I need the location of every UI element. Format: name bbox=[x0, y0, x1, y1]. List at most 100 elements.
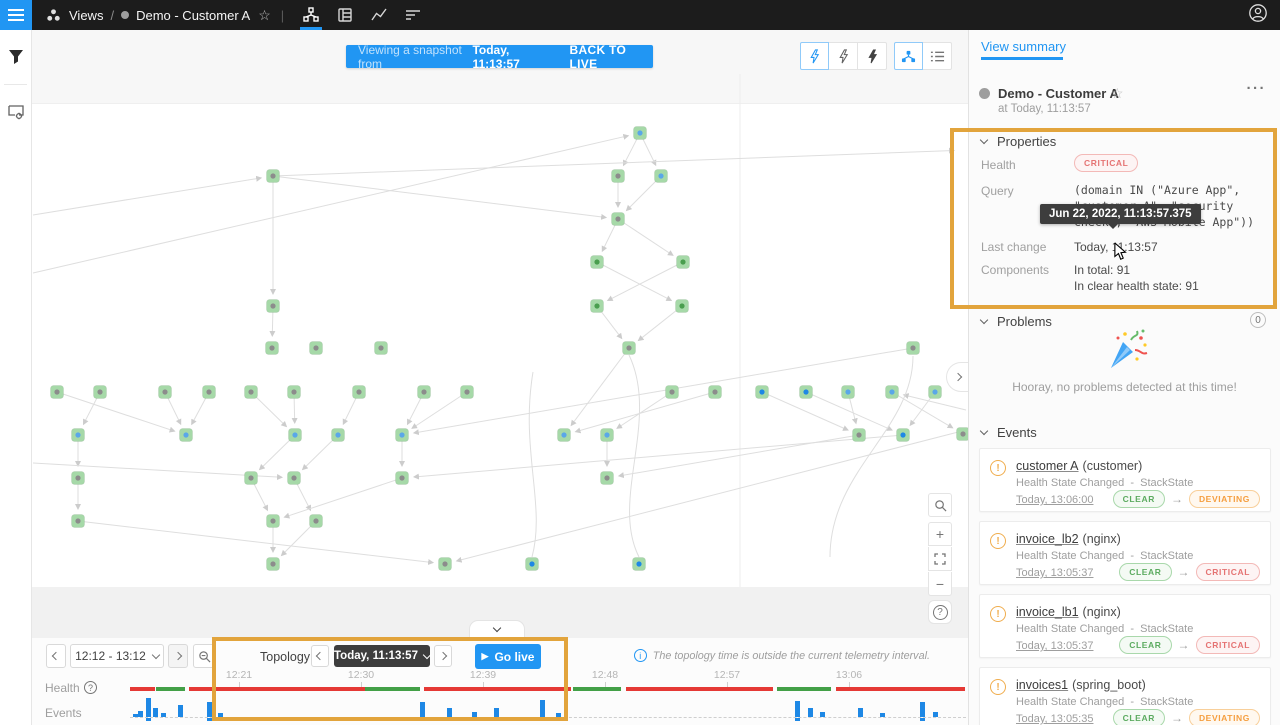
account-avatar-icon[interactable] bbox=[1248, 3, 1268, 28]
topology-node-icon bbox=[75, 518, 80, 523]
event-card[interactable]: ! invoices1(spring_boot) Health State Ch… bbox=[979, 667, 1271, 725]
health-badge: CRITICAL bbox=[1074, 154, 1138, 172]
topology-node-icon bbox=[335, 432, 340, 437]
breadcrumb-views[interactable]: Views bbox=[69, 8, 103, 23]
event-histogram-bar bbox=[207, 702, 212, 717]
time-tick-label: 12:48 bbox=[592, 669, 618, 681]
time-tick-label: 12:21 bbox=[226, 669, 252, 681]
events-solid-filter-button[interactable] bbox=[858, 42, 887, 70]
event-state-transition: CLEAR→CRITICAL bbox=[1119, 563, 1260, 581]
nav-topology-view-icon[interactable] bbox=[297, 0, 325, 30]
expand-panel-flap[interactable] bbox=[946, 362, 968, 392]
timeline-panel: 12:12 - 13:12 Topology Today, 11:13:57 ▶… bbox=[32, 638, 968, 725]
topology-node-icon bbox=[206, 389, 211, 394]
topology-node-icon bbox=[75, 432, 80, 437]
list-mode-button[interactable] bbox=[923, 42, 952, 70]
events-outline-filter-button[interactable] bbox=[829, 42, 858, 70]
telemetry-range-select[interactable]: 12:12 - 13:12 bbox=[70, 644, 164, 668]
event-timestamp-link[interactable]: Today, 13:05:35 bbox=[1016, 713, 1093, 725]
events-row-label: Events bbox=[45, 706, 82, 720]
topology-node-icon bbox=[856, 432, 861, 437]
view-state-dot bbox=[979, 88, 990, 99]
health-row-label: Health bbox=[45, 681, 80, 695]
breadcrumb-separator: / bbox=[110, 8, 114, 23]
event-component-type: (spring_boot) bbox=[1072, 678, 1146, 692]
back-to-live-button[interactable]: BACK TO LIVE bbox=[570, 43, 641, 71]
timeline-collapse-tab[interactable] bbox=[469, 620, 525, 638]
event-timestamp-link[interactable]: Today, 13:06:00 bbox=[1016, 494, 1093, 506]
topology-node-icon bbox=[960, 431, 965, 436]
problems-filter-button[interactable] bbox=[800, 42, 829, 70]
topology-canvas[interactable] bbox=[32, 30, 968, 587]
event-histogram-bar bbox=[540, 700, 545, 717]
topology-node-icon bbox=[932, 389, 937, 394]
event-component-link[interactable]: invoice_lb2 bbox=[1016, 532, 1079, 546]
event-component-link[interactable]: invoices1 bbox=[1016, 678, 1068, 692]
health-bar-segment bbox=[365, 687, 420, 691]
topology-time-label: Topology bbox=[260, 650, 310, 664]
menu-hamburger-icon[interactable] bbox=[0, 0, 32, 30]
event-histogram-bar-stub bbox=[795, 718, 800, 721]
event-card[interactable]: ! invoice_lb1(nginx) Health State Change… bbox=[979, 594, 1271, 658]
time-tick-label: 12:30 bbox=[348, 669, 374, 681]
event-meta: Health State Changed - StackState bbox=[1016, 696, 1193, 708]
topology-node-icon bbox=[900, 432, 905, 437]
event-card[interactable]: ! invoice_lb2(nginx) Health State Change… bbox=[979, 521, 1271, 585]
timeline-info-message: i The topology time is outside the curre… bbox=[634, 649, 930, 662]
topology-node-icon bbox=[399, 432, 404, 437]
tab-view-summary[interactable]: View summary bbox=[981, 39, 1066, 54]
topology-graph[interactable] bbox=[32, 30, 968, 587]
topology-time-select[interactable]: Today, 11:13:57 bbox=[334, 645, 430, 667]
zoom-in-button[interactable]: + bbox=[928, 522, 952, 546]
topology-mode-button[interactable] bbox=[894, 42, 923, 70]
event-component-type: (nginx) bbox=[1083, 532, 1121, 546]
nav-table-view-icon[interactable] bbox=[331, 0, 359, 30]
event-component-link[interactable]: invoice_lb1 bbox=[1016, 605, 1079, 619]
timeline-zoom-out-button[interactable] bbox=[193, 644, 215, 668]
topology-time-next-button[interactable] bbox=[434, 645, 452, 667]
panel-overflow-menu[interactable]: ··· bbox=[1247, 80, 1267, 97]
app-logo[interactable] bbox=[46, 8, 61, 23]
snapshot-banner: Viewing a snapshot from Today, 11:13:57 … bbox=[346, 45, 653, 68]
problems-count-badge: 0 bbox=[1250, 312, 1266, 328]
topology-node-icon bbox=[529, 561, 534, 566]
search-zoom-icon[interactable] bbox=[928, 493, 952, 517]
favorite-star-icon[interactable]: ☆ bbox=[258, 7, 271, 24]
event-timestamp-link[interactable]: Today, 13:05:37 bbox=[1016, 567, 1093, 579]
event-timestamp-link[interactable]: Today, 13:05:37 bbox=[1016, 640, 1093, 652]
event-card[interactable]: ! customer A(customer) Health State Chan… bbox=[979, 448, 1271, 512]
health-bar-segment bbox=[189, 687, 365, 691]
panel-favorite-star-icon[interactable]: ☆ bbox=[1111, 85, 1124, 102]
event-histogram-bar-stub bbox=[146, 718, 151, 721]
topology-time-prev-button[interactable] bbox=[311, 645, 329, 667]
event-histogram-bar bbox=[880, 713, 885, 717]
section-header-properties[interactable]: Properties bbox=[981, 134, 1056, 149]
time-tick-label: 12:57 bbox=[714, 669, 740, 681]
event-component-link[interactable]: customer A bbox=[1016, 459, 1079, 473]
view-summary-panel: View summary Demo - Customer A ☆ ··· at … bbox=[968, 30, 1280, 725]
nav-telemetry-chart-icon[interactable] bbox=[365, 0, 393, 30]
zoom-out-button[interactable]: − bbox=[928, 572, 952, 596]
event-histogram-bar bbox=[138, 711, 143, 717]
go-live-button[interactable]: ▶ Go live bbox=[475, 644, 541, 669]
health-bar-segment bbox=[156, 687, 185, 691]
event-histogram-bar bbox=[178, 705, 183, 717]
nav-traces-icon[interactable] bbox=[399, 0, 427, 30]
range-next-button[interactable] bbox=[168, 644, 188, 668]
topology-node-icon bbox=[162, 389, 167, 394]
section-header-problems[interactable]: Problems bbox=[981, 314, 1052, 329]
help-button[interactable]: ? bbox=[928, 600, 952, 624]
fit-to-screen-button[interactable] bbox=[928, 547, 952, 571]
event-state-transition: CLEAR→DEVIATING bbox=[1113, 709, 1260, 725]
topology-edge-long bbox=[33, 178, 261, 215]
event-histogram-bar-stub bbox=[540, 718, 545, 721]
topology-node-icon bbox=[803, 389, 808, 394]
section-header-events[interactable]: Events bbox=[981, 425, 1037, 440]
top-navbar: Views / Demo - Customer A ☆ | bbox=[0, 0, 1280, 30]
play-icon: ▶ bbox=[482, 651, 489, 662]
topology-node-icon bbox=[75, 475, 80, 480]
range-prev-button[interactable] bbox=[46, 644, 66, 668]
filter-icon[interactable] bbox=[0, 30, 32, 84]
view-settings-icon[interactable] bbox=[0, 85, 32, 139]
health-help-icon[interactable]: ? bbox=[84, 681, 97, 694]
